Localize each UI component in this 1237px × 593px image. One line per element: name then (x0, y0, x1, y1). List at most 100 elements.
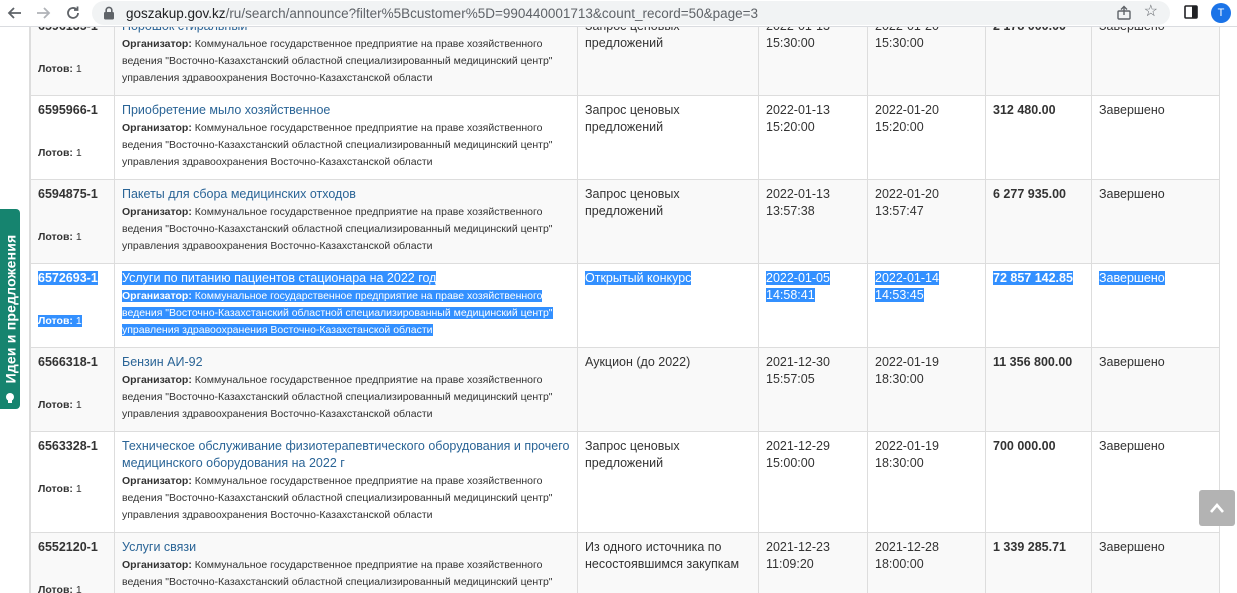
table-row: 6596135-1 Лотов: 1 Порошок стиральный Орган… (30, 27, 1220, 96)
url-host: goszakup.gov.kz (126, 5, 226, 21)
table-row: 6566318-1 Лотов: 1 Бензин АИ-92 Организатор… (30, 347, 1220, 432)
cell-amount: 2 178 000.00 (985, 27, 1092, 96)
cell-number: 6594875-1 Лотов: 1 (30, 179, 115, 264)
organizer-label: Организатор: (122, 122, 192, 134)
status: Завершено (1099, 540, 1165, 554)
cell-status: Завершено (1091, 95, 1220, 180)
cell-subject: Услуги по питанию пациентов стационара н… (114, 263, 578, 348)
lots-value: 1 (75, 584, 82, 593)
reload-icon[interactable] (62, 2, 84, 24)
cell-type: Запрос ценовых предложений (577, 431, 759, 533)
organizer-label: Организатор: (122, 374, 192, 386)
lock-icon[interactable] (102, 6, 116, 20)
announcement-link[interactable]: Услуги связи (122, 540, 196, 554)
table-row: 6595966-1 Лотов: 1 Приобретение мыло хозяй… (30, 95, 1220, 180)
lots-count: Лотов: 1 (38, 147, 82, 159)
announcement-number: 6596135-1 (38, 27, 98, 33)
announcement-link[interactable]: Бензин АИ-92 (122, 355, 203, 369)
organizer-text: Организатор: Коммунальное государственно… (122, 475, 553, 521)
announcement-link[interactable]: Техническое обслуживание физиотерапевтич… (122, 439, 569, 470)
cell-number: 6563328-1 Лотов: 1 (30, 431, 115, 533)
lots-count: Лотов: 1 (38, 315, 82, 327)
cell-end: 2022-01-20 15:20:00 (867, 95, 986, 180)
organizer-text: Организатор: Коммунальное государственно… (122, 206, 553, 252)
announcement-number: 6595966-1 (38, 103, 98, 117)
start-date: 2022-01-05 14:58:41 (766, 271, 830, 302)
procurement-type: Открытый конкурс (585, 271, 692, 285)
cell-amount: 700 000.00 (985, 431, 1092, 533)
status: Завершено (1099, 355, 1165, 369)
cell-amount: 72 857 142.85 (985, 263, 1092, 348)
lots-label: Лотов: (38, 399, 73, 411)
chevron-up-icon (1210, 503, 1224, 513)
address-bar[interactable]: goszakup.gov.kz/ru/search/announce?filte… (92, 1, 1170, 25)
start-date: 2021-12-30 15:57:05 (766, 355, 830, 386)
end-date: 2021-12-28 18:00:00 (875, 540, 939, 571)
back-arrow-icon[interactable] (4, 2, 26, 24)
organizer-text: Организатор: Коммунальное государственно… (122, 122, 553, 168)
procurement-type: Запрос ценовых предложений (585, 27, 680, 50)
lots-value: 1 (75, 483, 82, 495)
lots-count: Лотов: 1 (38, 231, 82, 243)
cell-amount: 11 356 800.00 (985, 347, 1092, 432)
side-panel-icon[interactable] (1184, 5, 1198, 19)
lots-count: Лотов: 1 (38, 584, 82, 593)
cell-type: Из одного источника по несостоявшимся за… (577, 532, 759, 593)
forward-arrow-icon[interactable] (32, 2, 54, 24)
start-date: 2021-12-23 11:09:20 (766, 540, 830, 571)
cell-subject: Порошок стиральный Организатор: Коммуналь… (114, 27, 578, 96)
announcement-link[interactable]: Приобретение мыло хозяйственное (122, 103, 330, 117)
browser-toolbar: goszakup.gov.kz/ru/search/announce?filte… (0, 0, 1237, 27)
lots-value: 1 (75, 63, 82, 75)
organizer-label: Организатор: (122, 206, 192, 218)
end-date: 2022-01-19 18:30:00 (875, 355, 939, 386)
amount: 1 339 285.71 (993, 540, 1066, 554)
amount: 72 857 142.85 (993, 271, 1073, 285)
cell-type: Открытый конкурс (577, 263, 759, 348)
bookmark-star-icon[interactable]: ☆ (1144, 4, 1158, 20)
lots-label: Лотов: (38, 231, 73, 243)
cell-status: Завершено (1091, 263, 1220, 348)
cell-number: 6596135-1 Лотов: 1 (30, 27, 115, 96)
url-text[interactable]: goszakup.gov.kz/ru/search/announce?filte… (126, 6, 758, 21)
amount: 2 178 000.00 (993, 27, 1066, 33)
ideas-feedback-label: Идеи и предложения (2, 234, 18, 384)
amount: 700 000.00 (993, 439, 1056, 453)
announcement-link[interactable]: Услуги по питанию пациентов стационара н… (122, 271, 437, 285)
cell-subject: Техническое обслуживание физиотерапевтич… (114, 431, 578, 533)
organizer-text: Организатор: Коммунальное государственно… (122, 559, 553, 593)
scroll-to-top-button[interactable] (1199, 490, 1235, 526)
url-path: /ru/search/announce?filter%5Bcustomer%5D… (225, 5, 759, 21)
cell-start: 2022-01-13 13:57:38 (758, 179, 868, 264)
lots-label: Лотов: (38, 584, 73, 593)
announcement-number: 6566318-1 (38, 355, 98, 369)
announcement-link[interactable]: Порошок стиральный (122, 27, 247, 33)
cell-amount: 6 277 935.00 (985, 179, 1092, 264)
profile-avatar[interactable]: T (1211, 3, 1231, 23)
announcement-number: 6594875-1 (38, 187, 98, 201)
announcements-table: 6596135-1 Лотов: 1 Порошок стиральный Орган… (29, 27, 1220, 593)
cell-end: 2022-01-20 13:57:47 (867, 179, 986, 264)
lots-label: Лотов: (38, 63, 73, 75)
amount: 6 277 935.00 (993, 187, 1066, 201)
organizer-label: Организатор: (122, 290, 192, 302)
cell-type: Запрос ценовых предложений (577, 27, 759, 96)
organizer-text: Организатор: Коммунальное государственно… (122, 374, 553, 420)
announcement-link[interactable]: Пакеты для сбора медицинских отходов (122, 187, 356, 201)
cell-status: Завершено (1091, 179, 1220, 264)
share-icon[interactable] (1116, 5, 1132, 21)
table-row: 6552120-1 Лотов: 1 Услуги связи Организатор… (30, 532, 1220, 593)
lots-value: 1 (75, 147, 82, 159)
procurement-type: Запрос ценовых предложений (585, 187, 680, 218)
table-row: 6563328-1 Лотов: 1 Техническое обслуживани… (30, 431, 1220, 533)
page-viewport: 6596135-1 Лотов: 1 Порошок стиральный Орган… (0, 27, 1237, 593)
organizer-label: Организатор: (122, 38, 192, 50)
end-date: 2022-01-14 14:53:45 (875, 271, 939, 302)
table-row: 6572693-1 Лотов: 1 Услуги по питанию пацие… (30, 263, 1220, 348)
ideas-feedback-tab[interactable]: Идеи и предложения (0, 209, 20, 409)
cell-status: Завершено (1091, 347, 1220, 432)
cell-subject: Приобретение мыло хозяйственное Организат… (114, 95, 578, 180)
lots-label: Лотов: (38, 147, 73, 159)
organizer-label: Организатор: (122, 475, 192, 487)
cell-start: 2021-12-29 15:00:00 (758, 431, 868, 533)
